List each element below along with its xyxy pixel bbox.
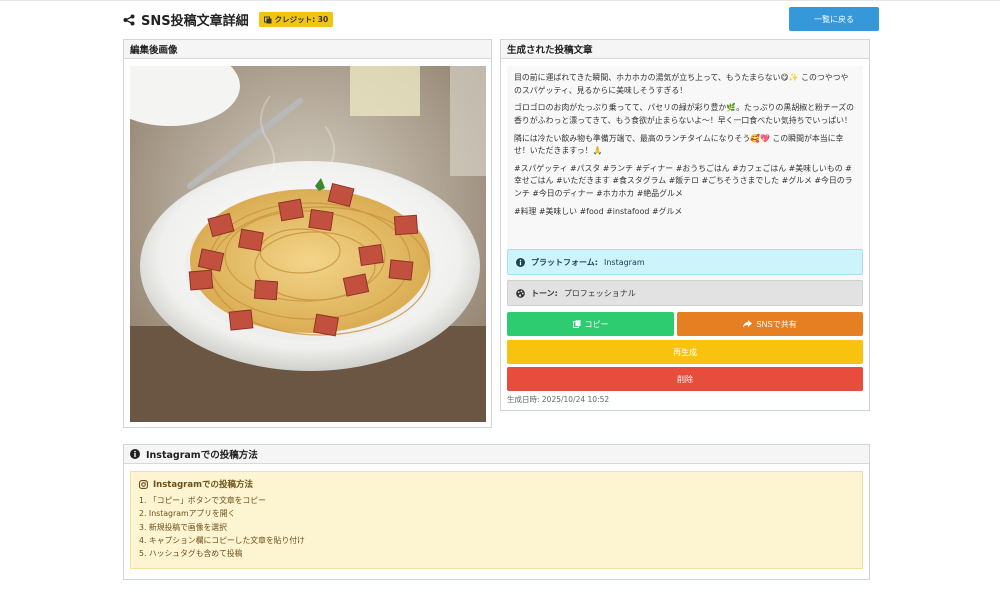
edited-image-panel: 編集後画像 <box>123 39 492 428</box>
tone-label: トーン: <box>531 288 558 298</box>
howto-steps: 1. 「コピー」ボタンで文章をコピー 2. Instagramアプリを開く 3.… <box>139 494 854 560</box>
copy-button-label: コピー <box>584 319 609 329</box>
howto-box-title-label: Instagramでの投稿方法 <box>153 480 253 490</box>
regenerate-button[interactable]: 再生成 <box>507 340 863 364</box>
howto-step: 1. 「コピー」ボタンで文章をコピー <box>139 496 266 505</box>
platform-value: Instagram <box>603 257 645 267</box>
generated-text-heading: 生成された投稿文章 <box>501 40 869 59</box>
copy-icon <box>572 320 581 328</box>
post-paragraph: ゴロゴロのお肉がたっぷり乗ってて、パセリの緑が彩り豊か🌿。たっぷりの黒胡椒と粉チ… <box>514 103 855 125</box>
top-divider <box>0 0 1000 1</box>
info-circle-icon <box>516 257 525 267</box>
platform-label: プラットフォーム: <box>531 257 598 267</box>
share-nodes-icon <box>123 14 135 26</box>
page-title: SNS投稿文章詳細 <box>141 14 249 29</box>
howto-box-title: Instagramでの投稿方法 <box>139 478 854 490</box>
hashtags: #スパゲッティ #パスタ #ランチ #ディナー #おうちごはん #カフェごはん … <box>514 163 853 199</box>
share-button-label: SNSで共有 <box>756 319 797 329</box>
copy-button[interactable]: コピー <box>507 312 674 336</box>
howto-step: 3. 新規投稿で画像を選択 <box>139 522 227 532</box>
platform-info: プラットフォーム: Instagram <box>507 249 863 275</box>
tone-value: プロフェッショナル <box>563 288 636 298</box>
palette-icon <box>516 288 525 298</box>
howto-box: Instagramでの投稿方法 1. 「コピー」ボタンで文章をコピー 2. In… <box>130 471 863 569</box>
howto-step: 2. Instagramアプリを開く <box>139 509 236 519</box>
edited-image <box>130 66 486 422</box>
generated-text-panel: 生成された投稿文章 目の前に運ばれてきた瞬間、ホカホカの湯気が立ち上って、もうた… <box>500 39 870 411</box>
share-arrow-icon <box>743 320 753 328</box>
instagram-icon <box>139 479 148 489</box>
howto-heading-label: Instagramでの投稿方法 <box>146 450 258 461</box>
page-header: SNS投稿文章詳細 クレジット: 30 <box>123 10 334 29</box>
howto-heading: Instagramでの投稿方法 <box>124 445 869 464</box>
coins-icon <box>263 16 272 24</box>
credit-badge: クレジット: 30 <box>258 12 334 27</box>
howto-step: 5. ハッシュタグも含めて投稿 <box>139 549 243 558</box>
hashtags: #料理 #美味しい #food #instafood #グルメ <box>514 206 683 216</box>
post-paragraph: 隣には冷たい飲み物も準備万端で、最高のランチタイムになりそう🥰💖 この瞬間が本当… <box>514 133 844 156</box>
howto-step: 4. キャプション欄にコピーした文章を貼り付け <box>139 535 305 545</box>
generated-timestamp: 生成日時: 2025/10/24 10:52 <box>507 395 610 404</box>
post-paragraph: 目の前に運ばれてきた瞬間、ホカホカの湯気が立ち上って、もうたまらない😋✨ このつ… <box>514 73 849 95</box>
tone-info: トーン: プロフェッショナル <box>507 280 863 306</box>
credit-label: クレジット: 30 <box>274 15 329 24</box>
edited-image-heading: 編集後画像 <box>124 40 491 59</box>
share-sns-button[interactable]: SNSで共有 <box>677 312 863 336</box>
back-to-list-button[interactable]: 一覧に戻る <box>789 7 879 31</box>
delete-button[interactable]: 削除 <box>507 367 863 391</box>
howto-panel: Instagramでの投稿方法 Instagramでの投稿方法 1. 「コピー」… <box>123 444 870 580</box>
info-circle-icon <box>130 449 140 459</box>
